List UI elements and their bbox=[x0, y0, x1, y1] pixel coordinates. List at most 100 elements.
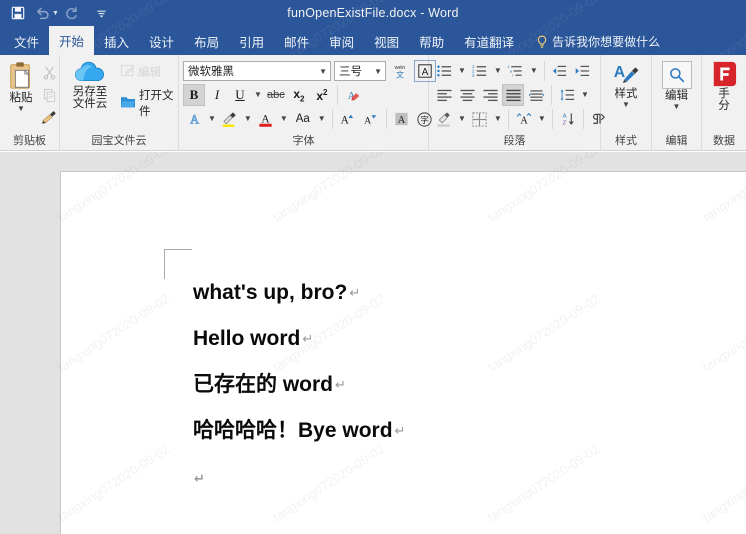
ribbon: 粘贴 ▼ 剪贴板 另存至 文件云 编辑 打开文件 园宝文件云 微软雅黑 ▼ 三号… bbox=[0, 55, 746, 151]
cloud-edit-label: 编辑 bbox=[138, 67, 161, 79]
document-canvas[interactable]: what's up, bro? ↵ Hello word ↵ 已存在的 word ↵ … bbox=[0, 152, 746, 534]
cloud-open-file-button[interactable]: 打开文件 bbox=[120, 87, 174, 119]
font-color-button[interactable]: A bbox=[255, 108, 277, 130]
paragraph-1[interactable]: what's up, bro? ↵ bbox=[193, 282, 713, 303]
shading-button[interactable] bbox=[433, 108, 455, 130]
save-to-cloud-button[interactable]: 另存至 文件云 bbox=[64, 59, 116, 113]
format-painter-button[interactable] bbox=[38, 107, 60, 129]
redo-icon[interactable] bbox=[61, 2, 83, 24]
tab-insert[interactable]: 插入 bbox=[94, 28, 139, 55]
customize-quick-access-icon[interactable] bbox=[91, 2, 113, 24]
bullets-caret[interactable]: ▼ bbox=[458, 67, 466, 75]
sort-button[interactable]: A Z bbox=[557, 108, 579, 130]
lightbulb-icon bbox=[536, 35, 548, 49]
superscript-button[interactable]: x2 bbox=[311, 84, 333, 106]
underline-button[interactable]: U bbox=[229, 84, 251, 106]
save-to-cloud-label-line2: 文件云 bbox=[72, 98, 108, 110]
bullets-button[interactable] bbox=[433, 60, 455, 82]
svg-text:A: A bbox=[422, 67, 429, 78]
data-share-button[interactable]: 手 分 bbox=[706, 59, 742, 115]
font-size-combo[interactable]: 三号 ▼ bbox=[334, 61, 386, 81]
tab-mailings[interactable]: 邮件 bbox=[274, 28, 319, 55]
styles-dropdown-caret[interactable]: ▼ bbox=[622, 101, 630, 109]
align-left-button[interactable] bbox=[433, 84, 455, 106]
phonetic-guide-button[interactable]: wén 文 bbox=[389, 60, 411, 82]
justify-button[interactable] bbox=[502, 84, 524, 106]
svg-text:文: 文 bbox=[396, 69, 404, 79]
editing-dropdown-caret[interactable]: ▼ bbox=[673, 103, 681, 111]
paragraph-4[interactable]: 哈哈哈哈！Bye word ↵ bbox=[193, 420, 713, 441]
highlight-color-button[interactable] bbox=[219, 108, 241, 130]
align-center-button[interactable] bbox=[456, 84, 478, 106]
editing-button[interactable]: 编辑 ▼ bbox=[656, 59, 698, 113]
shading-caret[interactable]: ▼ bbox=[458, 115, 466, 123]
numbering-button[interactable]: 1 2 3 bbox=[469, 60, 491, 82]
asian-layout-caret[interactable]: ▼ bbox=[538, 115, 546, 123]
distribute-button[interactable] bbox=[525, 84, 547, 106]
highlight-color-caret[interactable]: ▼ bbox=[244, 115, 252, 123]
tab-references[interactable]: 引用 bbox=[229, 28, 274, 55]
borders-caret[interactable]: ▼ bbox=[494, 115, 502, 123]
paragraph-3-text: 已存在的 word bbox=[193, 373, 333, 396]
font-color-caret[interactable]: ▼ bbox=[280, 115, 288, 123]
undo-dropdown-caret[interactable]: ▼ bbox=[52, 10, 59, 17]
borders-button[interactable] bbox=[469, 108, 491, 130]
paragraph-empty[interactable]: ↵ bbox=[193, 466, 713, 487]
search-icon bbox=[669, 68, 684, 83]
ribbon-group-styles: A 样式 ▼ 样式 bbox=[601, 55, 652, 150]
paragraph-2[interactable]: Hello word ↵ bbox=[193, 328, 713, 349]
document-body[interactable]: what's up, bro? ↵ Hello word ↵ 已存在的 word ↵ … bbox=[193, 282, 713, 487]
cut-button[interactable] bbox=[38, 61, 60, 83]
paragraph-3[interactable]: 已存在的 word ↵ bbox=[193, 374, 713, 395]
ribbon-group-font: 微软雅黑 ▼ 三号 ▼ wén 文 A B I U ▼ abc x2 x2 A … bbox=[179, 55, 436, 150]
document-page[interactable]: what's up, bro? ↵ Hello word ↵ 已存在的 word ↵ … bbox=[60, 171, 746, 534]
undo-icon[interactable] bbox=[31, 2, 53, 24]
subscript-button[interactable]: x2 bbox=[288, 84, 310, 106]
paste-button[interactable]: 粘贴 ▼ bbox=[4, 59, 38, 115]
multilevel-list-caret[interactable]: ▼ bbox=[530, 67, 538, 75]
save-icon[interactable] bbox=[7, 2, 29, 24]
grow-font-button[interactable]: A bbox=[337, 108, 359, 130]
paragraph-3-mark: ↵ bbox=[335, 377, 346, 392]
change-case-button[interactable]: Aa bbox=[291, 108, 315, 130]
tab-design[interactable]: 设计 bbox=[139, 28, 184, 55]
character-shading-button[interactable]: A bbox=[391, 108, 413, 130]
pdf-red-icon bbox=[713, 61, 737, 87]
line-spacing-caret[interactable]: ▼ bbox=[581, 91, 589, 99]
text-effects-button[interactable]: A bbox=[183, 108, 205, 130]
clear-formatting-button[interactable]: A bbox=[342, 84, 364, 106]
tab-view[interactable]: 视图 bbox=[364, 28, 409, 55]
ribbon-group-paragraph: ▼ 1 2 3 ▼ 1 a i ▼ ▼ ▼ ▼ A ▼ A Z 段落 bbox=[429, 55, 606, 150]
text-effects-caret[interactable]: ▼ bbox=[208, 115, 216, 123]
shrink-font-button[interactable]: A bbox=[360, 108, 382, 130]
asian-layout-button[interactable]: A bbox=[513, 108, 535, 130]
italic-button[interactable]: I bbox=[206, 84, 228, 106]
bold-button[interactable]: B bbox=[183, 84, 205, 106]
change-case-caret[interactable]: ▼ bbox=[318, 115, 326, 123]
tab-help[interactable]: 帮助 bbox=[409, 28, 454, 55]
tab-youdao-translate[interactable]: 有道翻译 bbox=[454, 28, 524, 55]
numbering-caret[interactable]: ▼ bbox=[494, 67, 502, 75]
cloud-edit-button[interactable]: 编辑 bbox=[120, 63, 174, 81]
tab-layout[interactable]: 布局 bbox=[184, 28, 229, 55]
tab-review[interactable]: 审阅 bbox=[319, 28, 364, 55]
line-spacing-button[interactable] bbox=[556, 84, 578, 106]
font-name-caret-icon[interactable]: ▼ bbox=[315, 67, 327, 76]
font-name-combo[interactable]: 微软雅黑 ▼ bbox=[183, 61, 331, 81]
paste-dropdown-caret[interactable]: ▼ bbox=[17, 105, 25, 113]
decrease-indent-button[interactable] bbox=[549, 60, 571, 82]
font-size-caret-icon[interactable]: ▼ bbox=[370, 67, 382, 76]
increase-indent-button[interactable] bbox=[572, 60, 594, 82]
multilevel-list-button[interactable]: 1 a i bbox=[505, 60, 527, 82]
paragraph-2-text: Hello word bbox=[193, 327, 301, 350]
tab-home[interactable]: 开始 bbox=[49, 26, 95, 55]
quick-access-toolbar: ▼ bbox=[0, 2, 113, 24]
underline-dropdown-caret[interactable]: ▼ bbox=[254, 91, 262, 99]
copy-button[interactable] bbox=[38, 84, 60, 106]
align-right-button[interactable] bbox=[479, 84, 501, 106]
strikethrough-button[interactable]: abc bbox=[265, 84, 287, 106]
styles-button[interactable]: A 样式 ▼ bbox=[605, 59, 647, 111]
tab-file[interactable]: 文件 bbox=[4, 28, 49, 55]
svg-text:A: A bbox=[520, 116, 528, 127]
tell-me-search[interactable]: 告诉我你想要做什么 bbox=[524, 28, 666, 55]
